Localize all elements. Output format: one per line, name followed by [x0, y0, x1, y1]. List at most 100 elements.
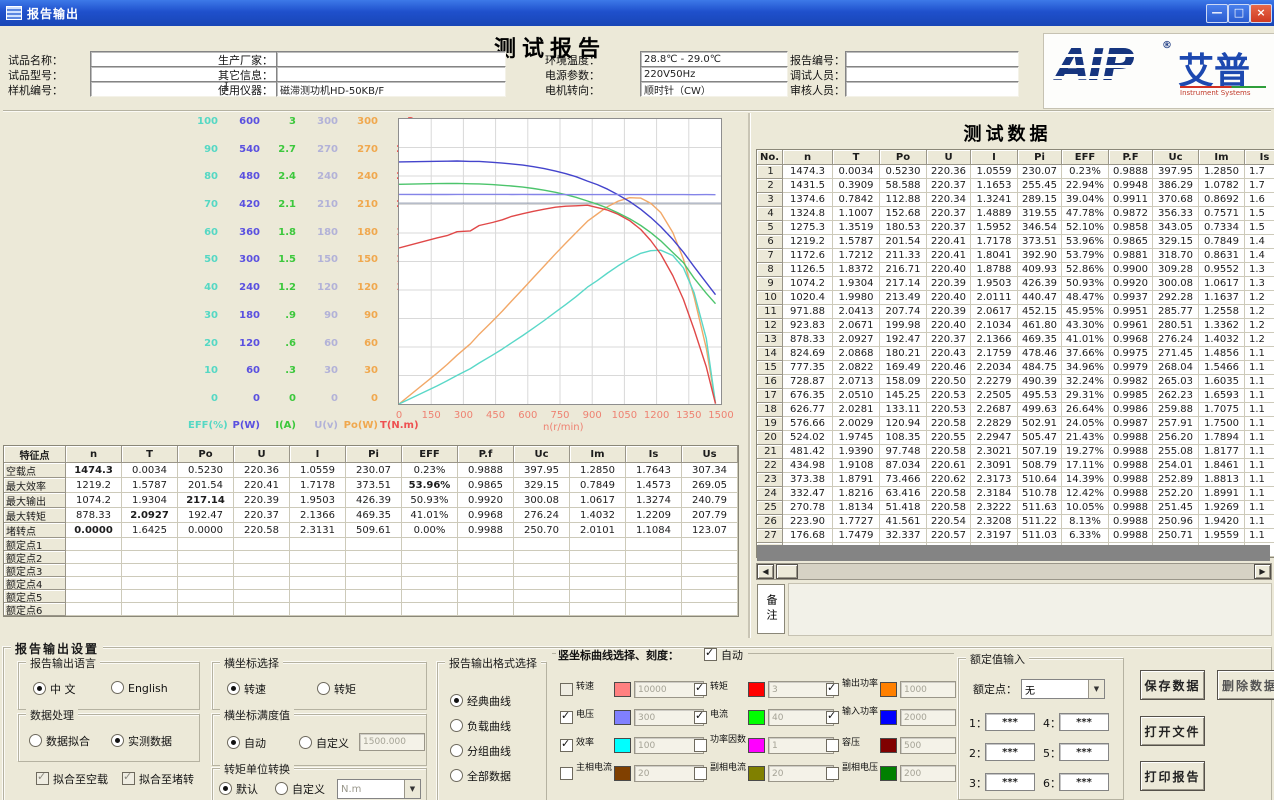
rated-field-input[interactable]: *** [985, 743, 1035, 761]
radio-custom[interactable]: 自定义 [299, 735, 349, 751]
radio-chinese[interactable]: 中 文 [33, 681, 76, 697]
remarks-area[interactable] [788, 583, 1272, 636]
scrollbar-thumb[interactable] [776, 564, 798, 579]
cell: 426.39 [1018, 277, 1062, 291]
curve-label: 转矩 [710, 683, 746, 692]
radio-data-fit[interactable]: 数据拟合 [29, 733, 90, 749]
torque-unit-dropdown[interactable]: N.m ▼ [337, 779, 421, 799]
radio-custom-unit[interactable]: 自定义 [275, 781, 325, 797]
scrollbar-track[interactable] [798, 564, 1254, 579]
maximize-button[interactable]: □ [1228, 4, 1250, 23]
print-report-button[interactable]: 打印报告 [1140, 761, 1205, 791]
rated-field-input[interactable]: *** [1059, 743, 1109, 761]
scroll-right-icon[interactable]: ▶ [1254, 564, 1271, 579]
checkbox-curve-7[interactable] [560, 739, 573, 752]
cell: 1.6 [1245, 193, 1274, 207]
cell: 220.58 [234, 523, 290, 538]
radio-load-curves[interactable]: 负载曲线 [450, 718, 511, 734]
checkbox-curve-8[interactable] [694, 739, 707, 752]
rated-point-dropdown[interactable]: 无 ▼ [1021, 679, 1105, 699]
y-axis-label: I(A) [262, 420, 296, 431]
field-input[interactable] [845, 51, 1019, 67]
cell: 220.40 [927, 291, 971, 305]
cell: 2.1034 [971, 319, 1018, 333]
cell [178, 551, 234, 564]
cell [290, 564, 346, 577]
color-swatch [614, 766, 631, 781]
radio-english[interactable]: English [111, 681, 168, 695]
field-input[interactable]: 220V50Hz [640, 66, 788, 82]
axis-tick: 240 [220, 282, 260, 293]
rated-field-input[interactable]: *** [985, 713, 1035, 731]
open-file-button[interactable]: 打开文件 [1140, 716, 1205, 746]
delete-data-button[interactable]: 删除数据 [1217, 670, 1274, 700]
cell: 0.9988 [1109, 459, 1153, 473]
field-input[interactable]: 顺时针（CW） [640, 81, 788, 97]
radio-speed[interactable]: 转速 [227, 681, 266, 697]
table-empty-fill [757, 545, 1270, 561]
cell: 24.05% [1062, 417, 1109, 431]
cell [402, 538, 458, 551]
chevron-down-icon[interactable]: ▼ [1088, 680, 1104, 698]
field-label: 样机编号： [8, 82, 63, 98]
close-button[interactable]: × [1250, 4, 1272, 23]
field-input[interactable]: 磁滞测功机HD-50KB/F [276, 81, 506, 97]
rated-field-input[interactable]: *** [1059, 773, 1109, 791]
checkbox-curve-11[interactable] [694, 767, 707, 780]
minimize-button[interactable]: — [1206, 4, 1228, 23]
field-input[interactable] [845, 81, 1019, 97]
axis-tick: 180 [298, 227, 338, 238]
axis-tick: 1.5 [262, 254, 296, 265]
field-label: 试品名称： [8, 52, 63, 68]
checkbox-curve-4[interactable] [560, 711, 573, 724]
cell: 276.24 [514, 508, 570, 523]
checkbox-auto-scale[interactable]: 自动 [704, 647, 743, 663]
rated-input-group: 额定值输入 额定点： 无 ▼ 1：***4：***2：***5：***3：***… [958, 658, 1124, 800]
radio-measured-data[interactable]: 实测数据 [111, 733, 172, 749]
axis-tick: 210 [298, 199, 338, 210]
test-data-table[interactable]: No.nTPoUIPiEFFP.FUcImIs11474.30.00340.52… [756, 149, 1274, 558]
cell [682, 538, 738, 551]
feature-row-label: 额定点1 [4, 538, 66, 551]
checkbox-curve-12[interactable] [826, 767, 839, 780]
cell: 50.93% [402, 493, 458, 508]
checkbox-curve-9[interactable] [826, 739, 839, 752]
cell: 1.1 [1245, 417, 1274, 431]
field-input[interactable] [276, 51, 506, 67]
scroll-left-icon[interactable]: ◀ [757, 564, 774, 579]
radio-grouped-curves[interactable]: 分组曲线 [450, 743, 511, 759]
cell: 1126.5 [783, 263, 833, 277]
axis-tick: 60 [298, 338, 338, 349]
cell: 397.95 [1153, 165, 1199, 179]
feature-points-table[interactable]: 特征点nTPoUIPiEFFP.fUcImIsUs空载点1474.30.0034… [3, 445, 739, 617]
save-data-button[interactable]: 保存数据 [1140, 670, 1205, 700]
axis-tick: 30 [298, 365, 338, 376]
cell: 343.05 [1153, 221, 1199, 235]
field-input[interactable] [276, 66, 506, 82]
curve-效率 EFF [399, 250, 716, 404]
cell: 1.9304 [833, 277, 880, 291]
axis-tick: 50 [188, 254, 218, 265]
horizontal-scrollbar[interactable]: ◀ ▶ [756, 563, 1272, 580]
checkbox-curve-10[interactable] [560, 767, 573, 780]
rated-field-input[interactable]: *** [1059, 713, 1109, 731]
cell: 0.9987 [1109, 417, 1153, 431]
checkbox-curve-6[interactable] [826, 711, 839, 724]
radio-torque[interactable]: 转矩 [317, 681, 356, 697]
cell: 0.9900 [1109, 263, 1153, 277]
titlebar[interactable]: 报告输出 — □ × [0, 0, 1274, 26]
cell [570, 564, 626, 577]
rated-field-input[interactable]: *** [985, 773, 1035, 791]
radio-auto[interactable]: 自动 [227, 735, 266, 751]
radio-default-unit[interactable]: 默认 [219, 781, 258, 797]
radio-all-data[interactable]: 全部数据 [450, 768, 511, 784]
field-input[interactable]: 28.8℃ - 29.0℃ [640, 51, 788, 67]
checkbox-curve-3[interactable] [826, 683, 839, 696]
checkbox-curve-5[interactable] [694, 711, 707, 724]
radio-classic-curves[interactable]: 经典曲线 [450, 693, 511, 709]
chevron-down-icon[interactable]: ▼ [404, 780, 420, 798]
field-input[interactable] [845, 66, 1019, 82]
checkbox-curve-2[interactable] [694, 683, 707, 696]
cell: 1.9420 [1199, 515, 1245, 529]
cell: 373.51 [1018, 235, 1062, 249]
